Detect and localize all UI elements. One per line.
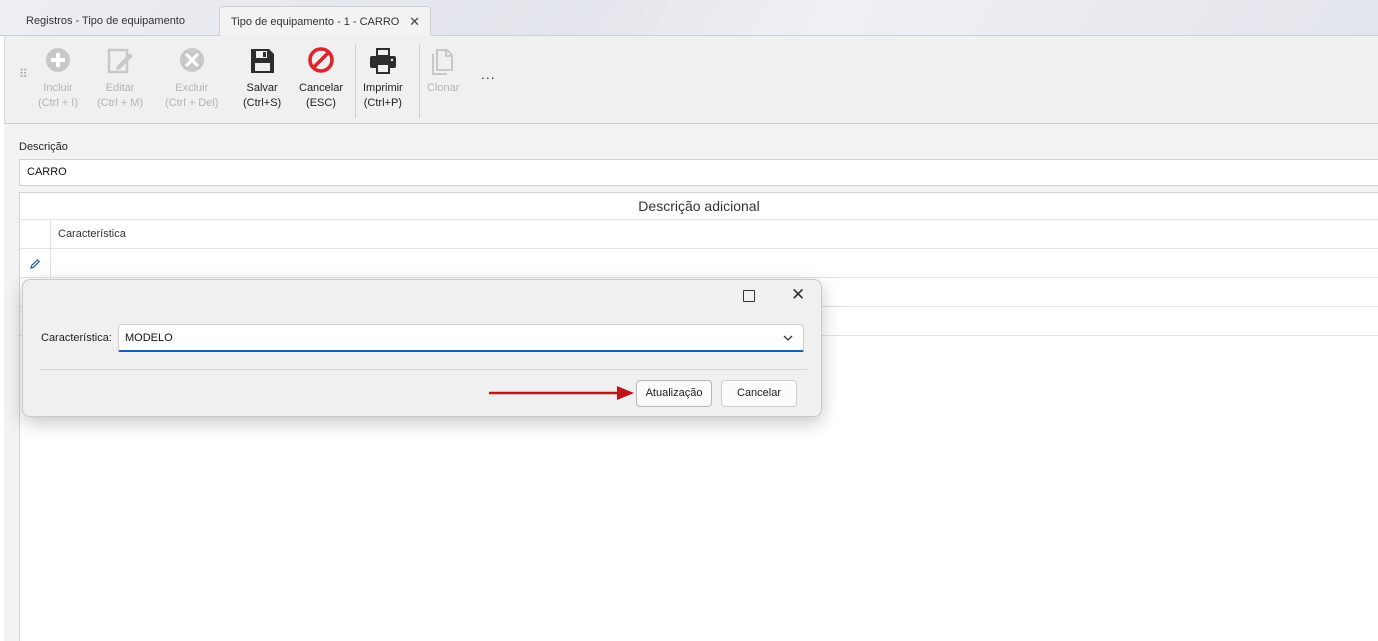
x-circle-icon [179,48,204,72]
excluir-shortcut: (Ctrl + Del) [165,97,219,109]
atualizacao-button[interactable]: Atualização [636,380,712,407]
clone-icon [432,49,454,75]
close-icon[interactable]: ✕ [791,285,805,305]
toolbar: ⠿ Incluir (Ctrl + I) Editar (Ctrl + M) E… [4,36,1378,124]
toolbar-separator [355,44,356,118]
row-indicator [20,249,51,278]
imprimir-button[interactable]: Imprimir (Ctrl+P) [363,46,403,111]
red-arrow-annotation [489,386,634,400]
tab-label: Registros - Tipo de equipamento [26,15,185,27]
excluir-label: Excluir [175,82,209,94]
maximize-icon[interactable] [743,290,755,302]
excluir-button[interactable]: Excluir (Ctrl + Del) [165,46,218,111]
save-icon [251,49,275,73]
column-header-caracteristica[interactable]: Característica [58,220,126,249]
plus-circle-icon [46,48,71,72]
cancelar-label: Cancelar [299,82,344,94]
toolbar-separator [419,44,420,118]
clonar-button[interactable]: Clonar [427,46,459,96]
salvar-label: Salvar [246,82,278,94]
descricao-input[interactable]: CARRO [19,159,1378,186]
caracteristica-select[interactable]: MODELO [118,324,804,352]
cancelar-dialog-button[interactable]: Cancelar [721,380,797,407]
grid-header: Característica [20,220,1378,249]
tab-label: Tipo de equipamento - 1 - CARRO [231,16,400,28]
cancelar-shortcut: (ESC) [306,97,336,109]
tab-registros-tipo-equipamento[interactable]: Registros - Tipo de equipamento [16,6,216,36]
editar-button[interactable]: Editar (Ctrl + M) [97,46,143,111]
imprimir-label: Imprimir [363,82,403,94]
close-tab-icon[interactable]: ✕ [409,14,420,30]
row-indicator-header [20,220,51,249]
more-options-icon[interactable]: ... [481,66,496,82]
caracteristica-select-value: MODELO [125,332,173,344]
tab-tipo-equipamento-carro[interactable]: Tipo de equipamento - 1 - CARRO ✕ [219,6,431,37]
incluir-label: Incluir [43,82,73,94]
clonar-label: Clonar [427,82,460,94]
dialog-divider [39,369,807,370]
incluir-shortcut: (Ctrl + I) [38,97,79,109]
cancelar-toolbar-button[interactable]: Cancelar (ESC) [299,46,343,111]
tab-strip: Registros - Tipo de equipamento Tipo de … [0,0,1378,37]
editar-shortcut: (Ctrl + M) [97,97,144,109]
salvar-shortcut: (Ctrl+S) [243,97,282,109]
editar-label: Editar [105,82,135,94]
grid-title: Descrição adicional [20,193,1378,220]
descricao-label: Descrição [19,141,68,153]
caracteristica-dialog: ✕ Característica: MODELO Atualização Can… [22,279,822,417]
table-row[interactable] [20,249,1378,278]
chevron-down-icon[interactable] [783,333,793,343]
pencil-edit-icon [30,258,41,269]
grip-handle-icon[interactable]: ⠿ [19,68,28,80]
edit-icon [107,48,134,74]
cancel-icon [308,47,334,73]
incluir-button[interactable]: Incluir (Ctrl + I) [38,46,78,111]
caracteristica-field-label: Característica: [41,332,112,344]
printer-icon [369,48,396,74]
salvar-button[interactable]: Salvar (Ctrl+S) [243,46,281,111]
imprimir-shortcut: (Ctrl+P) [363,97,402,109]
